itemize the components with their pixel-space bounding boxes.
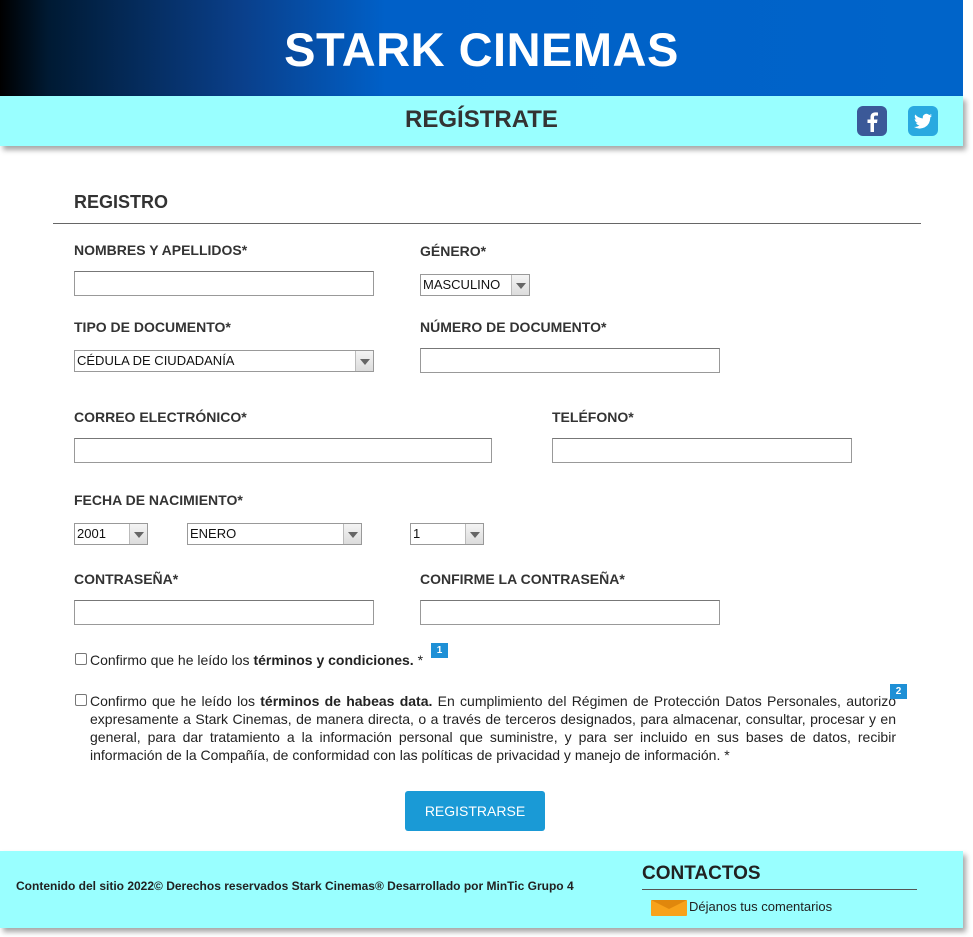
birth-year-value: 2001 [77,526,106,541]
contacts-title: CONTACTOS [642,863,761,884]
facebook-icon[interactable] [857,106,887,136]
mail-icon[interactable] [651,900,687,916]
full-name-label: NOMBRES Y APELLIDOS* [74,242,248,258]
page-title: REGÍSTRATE [405,106,558,133]
birth-day-select[interactable]: 1 [410,523,484,545]
birth-year-select[interactable]: 2001 [74,523,148,545]
doc-number-label: NÚMERO DE DOCUMENTO* [420,319,607,335]
doc-type-label: TIPO DE DOCUMENTO* [74,319,231,335]
register-button[interactable]: REGISTRARSE [405,791,545,831]
terms-prefix: Confirmo que he leído los [90,652,254,668]
terms-text: Confirmo que he leído los términos y con… [90,651,450,669]
site-footer: Contenido del sitio 2022© Derechos reser… [0,851,963,928]
gender-label: GÉNERO* [420,243,487,259]
doc-type-select[interactable]: CÉDULA DE CIUDADANÍA [74,350,374,372]
phone-input[interactable] [552,438,852,463]
habeas-link[interactable]: términos de habeas data. [260,693,432,709]
chevron-down-icon [343,524,361,544]
chevron-down-icon [129,524,147,544]
gender-select[interactable]: MASCULINO [420,274,530,296]
password-input[interactable] [74,600,374,625]
gender-select-value: MASCULINO [423,277,501,292]
doc-number-input[interactable] [420,348,720,373]
habeas-text: Confirmo que he leído los términos de ha… [90,692,896,764]
birth-month-select[interactable]: ENERO [187,523,362,545]
copyright-text: Contenido del sitio 2022© Derechos reser… [16,879,574,893]
terms-link[interactable]: términos y condiciones. [253,652,413,668]
feedback-link[interactable]: Déjanos tus comentarios [689,899,832,914]
site-title: STARK CINEMAS [284,23,679,76]
full-name-input[interactable] [74,271,374,296]
habeas-checkbox[interactable] [75,694,87,706]
confirm-password-input[interactable] [420,600,720,625]
email-input[interactable] [74,438,492,463]
phone-label: TELÉFONO* [552,409,634,425]
terms-checkbox[interactable] [75,653,87,665]
terms-suffix: * [413,652,424,668]
birth-date-label: FECHA DE NACIMIENTO* [74,492,243,508]
chevron-down-icon [465,524,483,544]
site-header: STARK CINEMAS [0,0,963,96]
habeas-prefix: Confirmo que he leído los [90,693,261,709]
confirm-password-label: CONFIRME LA CONTRASEÑA* [420,571,625,587]
twitter-icon[interactable] [908,106,938,136]
habeas-badge: 2 [890,684,907,699]
doc-type-select-value: CÉDULA DE CIUDADANÍA [77,353,235,368]
birth-month-value: ENERO [190,526,237,541]
form-section-title: REGISTRO [74,192,169,212]
section-divider [53,223,921,224]
email-label: CORREO ELECTRÓNICO* [74,409,247,425]
terms-badge: 1 [431,643,448,658]
page-subbar: REGÍSTRATE [0,96,963,146]
contacts-divider [642,889,917,890]
password-label: CONTRASEÑA* [74,571,179,587]
chevron-down-icon [511,275,529,295]
chevron-down-icon [355,351,373,371]
birth-day-value: 1 [413,526,421,541]
